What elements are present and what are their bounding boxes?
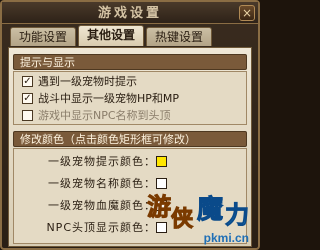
hints-section: ✓ 遇到一级宠物时提示 ✓ 战斗中显示一级宠物HP和MP 游戏中显示NPC名称到…: [13, 71, 247, 125]
checkmark-icon: ✓: [23, 75, 32, 87]
first-pet-hpmp-color-swatch[interactable]: [156, 200, 167, 211]
npc-overhead-color-swatch[interactable]: [156, 222, 167, 233]
npc-name-overhead-checkbox[interactable]: [22, 109, 33, 121]
option-label: 遇到一级宠物时提示: [38, 75, 137, 88]
show-pet-hp-mp-checkbox[interactable]: ✓: [22, 92, 33, 104]
title-bar[interactable]: 游戏设置 ×: [2, 2, 258, 24]
checkmark-icon: ✓: [23, 92, 32, 104]
option-show-pet-hp-mp[interactable]: ✓ 战斗中显示一级宠物HP和MP: [22, 91, 179, 105]
settings-panel: 提示与显示 ✓ 遇到一级宠物时提示 ✓ 战斗中显示一级宠物HP和MP 游戏中显示…: [8, 47, 252, 247]
close-icon: ×: [241, 6, 253, 20]
color-label-first-pet-name: 一级宠物名称颜色：: [48, 177, 156, 190]
tab-hotkey-settings[interactable]: 热键设置: [146, 27, 213, 46]
first-pet-name-color-swatch[interactable]: [156, 178, 167, 189]
color-label-npc-overhead: NPC头顶显示颜色：: [46, 221, 156, 234]
option-label: 游戏中显示NPC名称到头顶: [38, 109, 171, 122]
colors-section: 一级宠物提示颜色： 一级宠物名称颜色： 一级宠物血魔颜色： NPC头顶显示颜色：: [13, 148, 247, 244]
first-pet-alert-checkbox[interactable]: ✓: [22, 75, 33, 87]
close-button[interactable]: ×: [239, 5, 255, 21]
color-label-first-pet-hpmp: 一级宠物血魔颜色：: [48, 199, 156, 212]
option-label: 战斗中显示一级宠物HP和MP: [38, 92, 180, 105]
hints-section-header: 提示与显示: [13, 54, 247, 70]
option-first-pet-alert[interactable]: ✓ 遇到一级宠物时提示: [22, 74, 137, 88]
color-label-first-pet-alert: 一级宠物提示颜色：: [48, 155, 156, 168]
tab-other-settings[interactable]: 其他设置: [78, 25, 145, 46]
game-settings-window: 游戏设置 × 功能设置 其他设置 热键设置 提示与显示 ✓ 遇到一级宠物时提示 …: [0, 0, 260, 250]
tab-function-settings[interactable]: 功能设置: [10, 27, 77, 46]
colors-section-header: 修改颜色（点击颜色矩形框可修改）: [13, 131, 247, 147]
first-pet-alert-color-swatch[interactable]: [156, 156, 167, 167]
option-npc-name-overhead[interactable]: 游戏中显示NPC名称到头顶: [22, 108, 171, 122]
window-title: 游戏设置: [97, 6, 162, 21]
tab-bar: 功能设置 其他设置 热键设置: [10, 25, 214, 47]
